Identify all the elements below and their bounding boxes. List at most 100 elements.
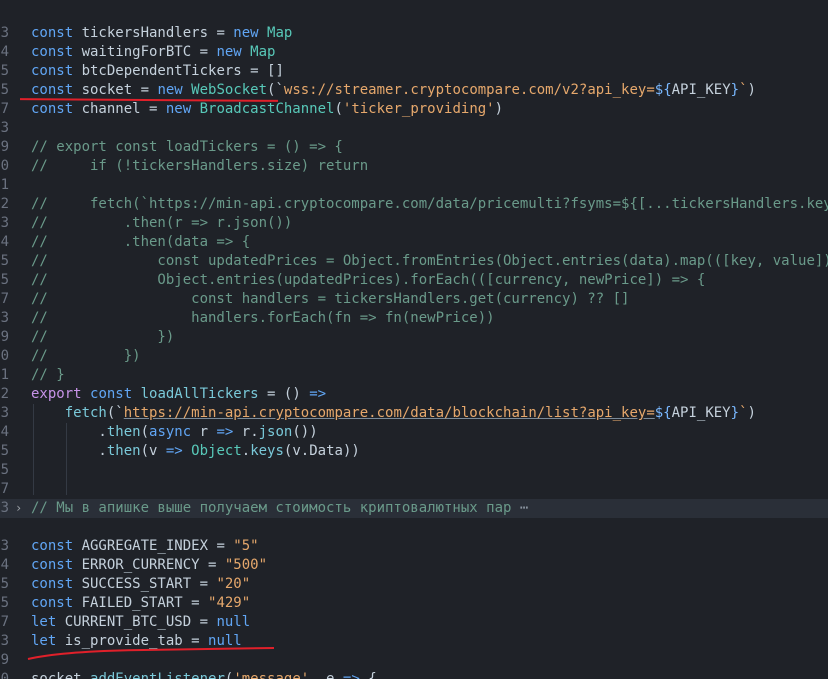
- code-line[interactable]: 5: [0, 461, 828, 480]
- code-token: =: [149, 101, 166, 117]
- code-token: .: [300, 443, 310, 459]
- code-line[interactable]: 5 const btcDependentTickers = []: [0, 62, 828, 81]
- code-text: const SUCCESS_START = "20": [31, 575, 250, 594]
- line-number: 2: [0, 196, 9, 212]
- line-number: 3: [0, 405, 9, 421]
- code-line[interactable]: 5 .then(v => Object.keys(v.Data)): [0, 442, 828, 461]
- code-token: API_KEY: [671, 405, 731, 421]
- code-token: // .then(r => r.json()): [31, 215, 293, 231]
- code-line[interactable]: 1 // }: [0, 366, 828, 385]
- code-token: 'message': [233, 671, 310, 679]
- code-token: =: [199, 614, 217, 630]
- code-token: =: [199, 576, 217, 592]
- code-line[interactable]: 3 const AGGREGATE_INDEX = "5": [0, 537, 828, 556]
- code-token: `: [739, 405, 748, 421]
- code-token: new: [216, 44, 251, 60]
- line-number: 0: [0, 671, 9, 679]
- code-line[interactable]: 1: [0, 176, 828, 195]
- code-token: // const updatedPrices = Object.fromEntr…: [31, 253, 828, 269]
- code-token: =>: [309, 386, 327, 402]
- code-token: const: [31, 82, 82, 98]
- code-token: Map: [250, 44, 276, 60]
- indent-guide: [33, 404, 34, 495]
- code-text: // const updatedPrices = Object.fromEntr…: [31, 252, 828, 271]
- line-number: 0: [0, 158, 9, 174]
- code-token: (`: [267, 82, 284, 98]
- line-number: 9: [0, 652, 9, 668]
- code-token: then: [106, 424, 141, 440]
- line-number: 3: [0, 633, 9, 649]
- code-token: addEventListener: [90, 671, 225, 679]
- code-line[interactable]: 7 let CURRENT_BTC_USD = null: [0, 613, 828, 632]
- code-token: socket: [81, 82, 141, 98]
- code-token: =: [191, 595, 209, 611]
- code-line[interactable]: 5 const FAILED_START = "429": [0, 594, 828, 613]
- code-token: "429": [208, 595, 251, 611]
- code-token: )): [342, 443, 360, 459]
- code-token: =>: [342, 671, 369, 679]
- code-line[interactable]: 3 fetch(`https://min-api.cryptocompare.c…: [0, 404, 828, 423]
- code-line[interactable]: 7: [0, 480, 828, 499]
- code-editor[interactable]: 3 const tickersHandlers = new Map 4 const w…: [0, 0, 828, 679]
- code-token: const: [31, 538, 82, 554]
- code-line[interactable]: 4 const ERROR_CURRENCY = "500": [0, 556, 828, 575]
- code-line[interactable]: 3 › // Мы в апишке выше получаем стоимость…: [0, 499, 828, 518]
- code-line[interactable]: 5 const SUCCESS_START = "20": [0, 575, 828, 594]
- code-token: (: [140, 443, 150, 459]
- code-token: FAILED_START: [81, 595, 192, 611]
- code-text: .then(v => Object.keys(v.Data)): [31, 442, 360, 461]
- code-token: wss://streamer.cryptocompare.com/v2?api_…: [283, 82, 655, 98]
- code-line[interactable]: 5 const socket = new WebSocket(`wss://str…: [0, 81, 828, 100]
- code-line[interactable]: [0, 518, 828, 537]
- code-line[interactable]: 0 // if (!tickersHandlers.size) return: [0, 157, 828, 176]
- code-token: =: [199, 44, 217, 60]
- line-number: 7: [0, 614, 9, 630]
- code-line[interactable]: 5 // const updatedPrices = Object.fromEnt…: [0, 252, 828, 271]
- code-line[interactable]: 5 // Object.entries(updatedPrices).forEac…: [0, 271, 828, 290]
- line-number: 5: [0, 443, 9, 459]
- code-line[interactable]: 4 // .then(data => {: [0, 233, 828, 252]
- code-text: // .then(data => {: [31, 233, 250, 252]
- code-token: new: [165, 101, 200, 117]
- line-number: 9: [0, 139, 9, 155]
- code-token: socket: [31, 671, 82, 679]
- code-line[interactable]: 9 // export const loadTickers = () => {: [0, 138, 828, 157]
- code-token: {: [368, 671, 377, 679]
- code-text: const ERROR_CURRENCY = "500": [31, 556, 267, 575]
- code-token: ()): [292, 424, 318, 440]
- code-token: Object: [191, 443, 242, 459]
- code-line[interactable]: 2 // fetch(`https://min-api.cryptocompare…: [0, 195, 828, 214]
- code-line[interactable]: 2 export const loadAllTickers = () =>: [0, 385, 828, 404]
- code-line[interactable]: 3 // .then(r => r.json()): [0, 214, 828, 233]
- code-token: .: [250, 424, 259, 440]
- code-line[interactable]: 9 // }): [0, 328, 828, 347]
- line-number: 5: [0, 595, 9, 611]
- code-line[interactable]: 3 // handlers.forEach(fn => fn(newPrice)): [0, 309, 828, 328]
- code-token: null: [216, 614, 251, 630]
- code-token: ): [494, 101, 504, 117]
- code-line[interactable]: 0 socket.addEventListener('message', e =>…: [0, 670, 828, 679]
- line-number: 2: [0, 386, 9, 402]
- code-line[interactable]: 0 // }): [0, 347, 828, 366]
- code-token: // Мы в апишке выше получаем стоимость к…: [31, 500, 512, 516]
- code-token: // }): [31, 329, 175, 345]
- code-token: // }: [31, 367, 65, 383]
- code-line[interactable]: 4 .then(async r => r.json()): [0, 423, 828, 442]
- code-token: = []: [250, 63, 284, 79]
- code-line[interactable]: 7 // const handlers = tickersHandlers.get…: [0, 290, 828, 309]
- code-token: BroadcastChannel: [199, 101, 335, 117]
- line-number: 3: [0, 500, 9, 516]
- code-token: channel: [81, 101, 150, 117]
- code-token: const: [31, 101, 82, 117]
- code-token: .: [241, 443, 251, 459]
- code-token: (`: [106, 405, 124, 421]
- code-text: const FAILED_START = "429": [31, 594, 250, 613]
- code-line[interactable]: 3 const tickersHandlers = new Map: [0, 24, 828, 43]
- code-token: async: [149, 424, 200, 440]
- code-line[interactable]: 3: [0, 119, 828, 138]
- code-line[interactable]: 4 const waitingForBTC = new Map: [0, 43, 828, 62]
- fold-chevron-icon[interactable]: ›: [15, 499, 22, 518]
- code-token: .: [81, 671, 91, 679]
- code-line[interactable]: 7 const channel = new BroadcastChannel('t…: [0, 100, 828, 119]
- code-text: const waitingForBTC = new Map: [31, 43, 275, 62]
